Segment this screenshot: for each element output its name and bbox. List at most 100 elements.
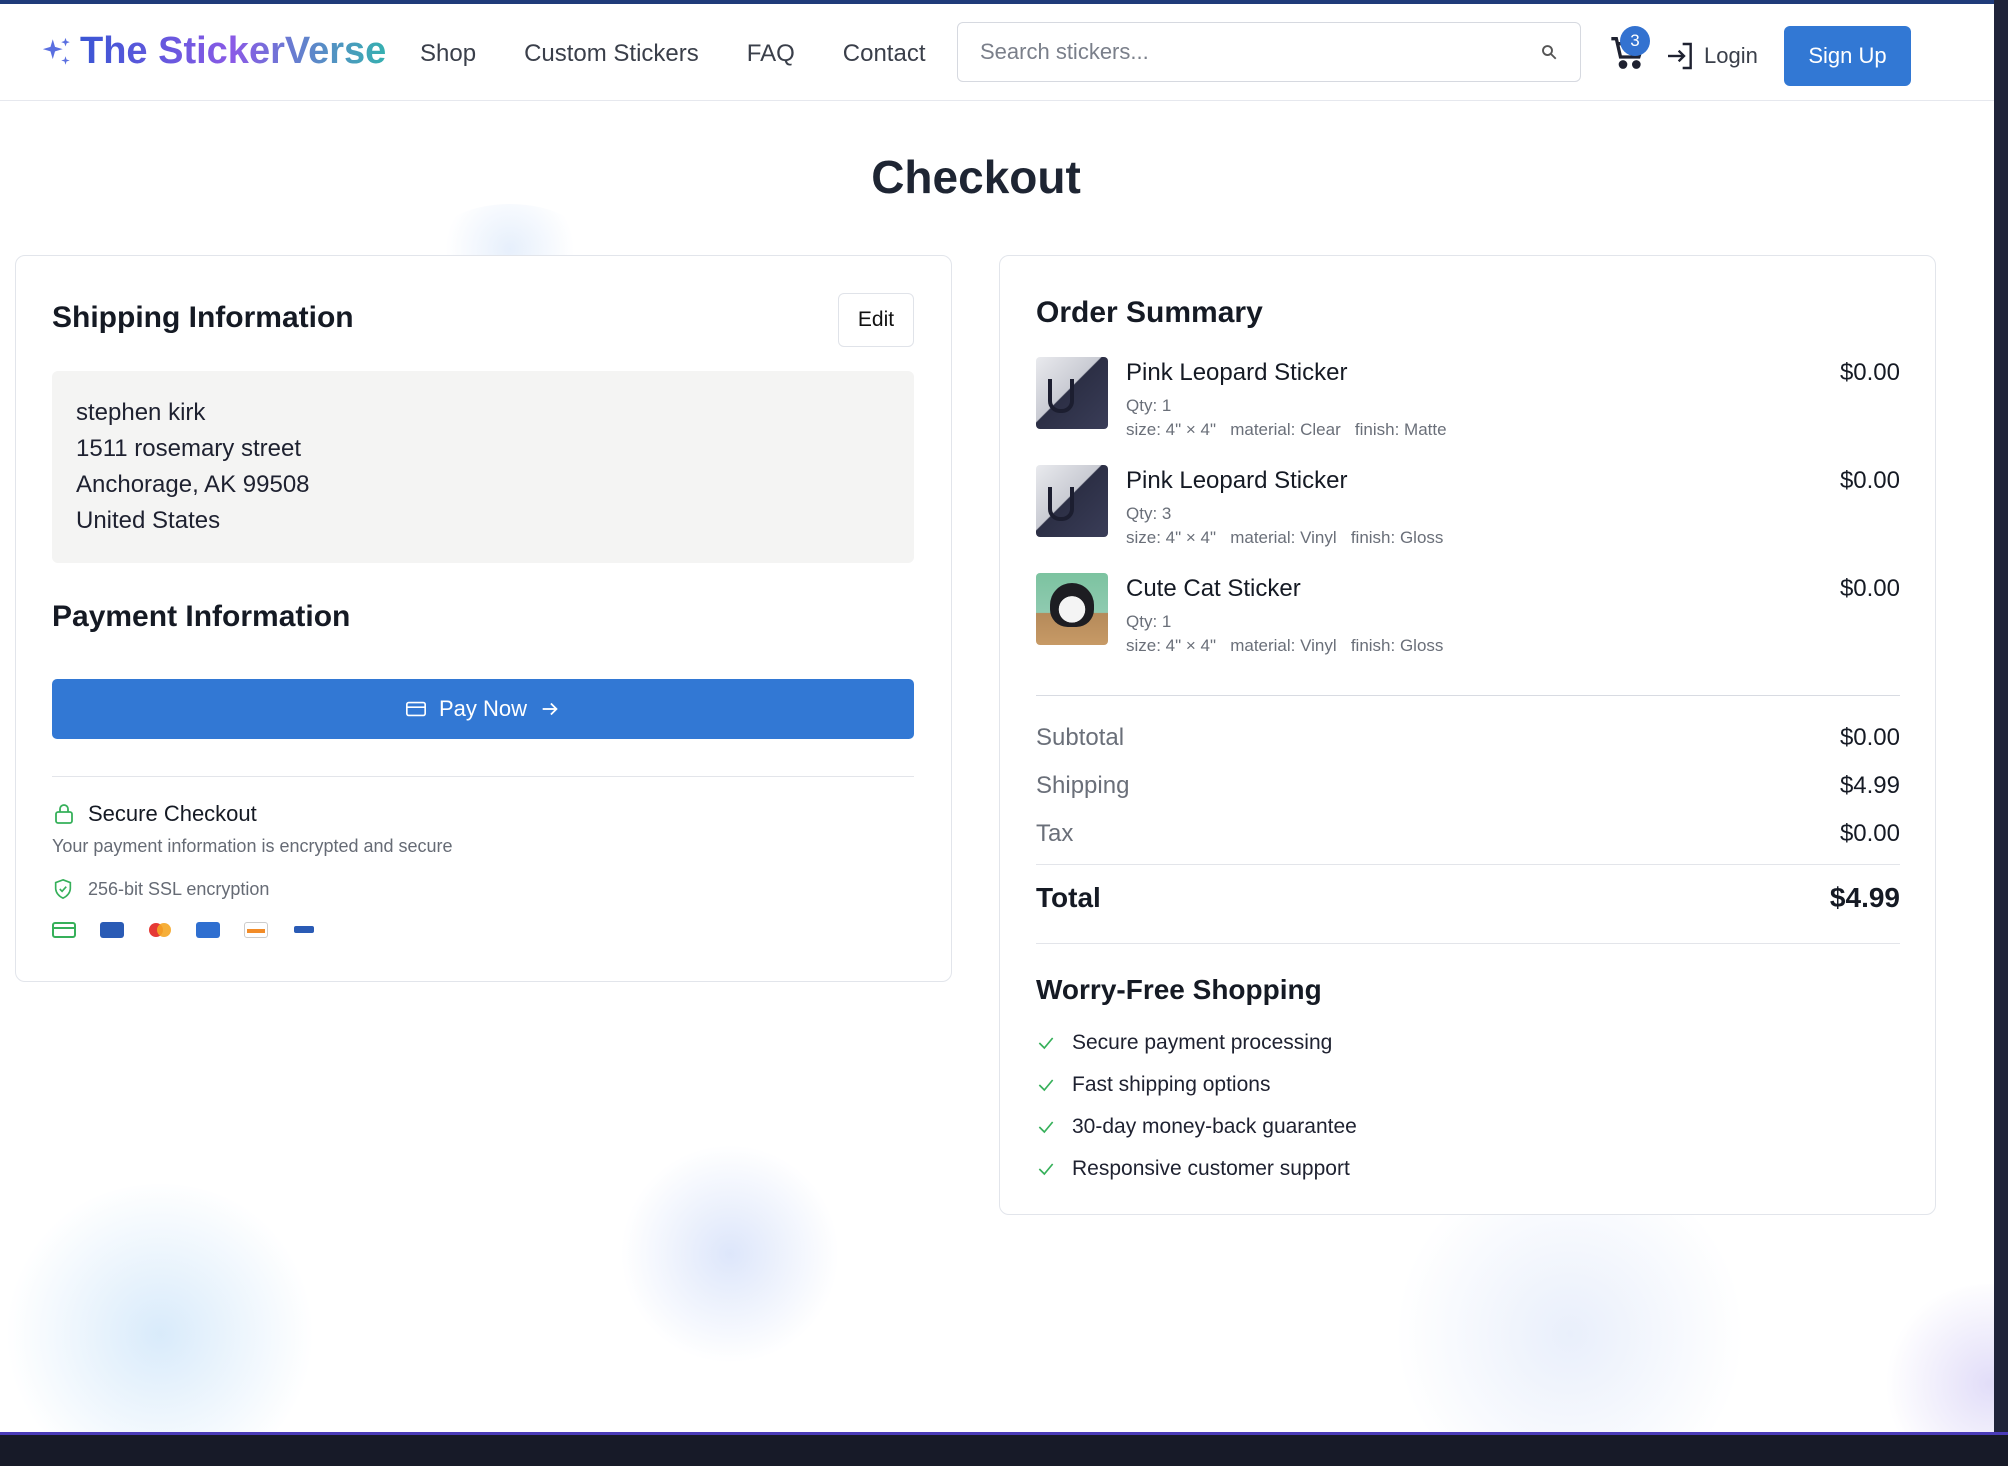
check-icon	[1038, 1121, 1054, 1134]
shipping-value: $4.99	[1839, 772, 1900, 799]
check-icon	[1038, 1037, 1054, 1050]
tax-label: Tax	[1036, 820, 1074, 847]
check-icon	[1038, 1163, 1054, 1176]
check-icon	[1038, 1079, 1054, 1092]
item-attributes: size: 4" × 4" material: Vinyl finish: Gl…	[1126, 636, 1444, 655]
background-glow	[0, 1184, 320, 1432]
taskbar	[0, 1432, 2008, 1466]
item-price: $0.00	[1839, 467, 1900, 494]
pay-now-label: Pay Now	[438, 696, 528, 721]
list-item: Secure payment processing	[1036, 1022, 1357, 1064]
item-qty: Qty: 1	[1126, 396, 1172, 415]
list-item: Fast shipping options	[1036, 1064, 1357, 1106]
address-name: stephen kirk	[76, 399, 206, 426]
amex-icon	[196, 922, 220, 938]
product-thumbnail	[1036, 357, 1108, 429]
window-edge	[1994, 0, 2008, 1432]
nav-shop[interactable]: Shop	[420, 40, 476, 68]
total-row: Total $4.99	[1036, 882, 1900, 914]
nav-contact[interactable]: Contact	[843, 40, 926, 68]
order-summary-title: Order Summary	[1036, 296, 1263, 329]
secure-checkout-title: Secure Checkout	[88, 801, 257, 826]
search-input[interactable]	[980, 39, 1540, 65]
background-glow	[1880, 1284, 1994, 1432]
sparkle-icon	[42, 37, 70, 65]
subtotal-label: Subtotal	[1036, 724, 1125, 751]
card-icon	[52, 922, 76, 938]
logo[interactable]: The StickerVerse	[40, 30, 386, 73]
ssl-row: 256-bit SSL encryption	[52, 878, 269, 900]
jcb-icon	[292, 922, 316, 938]
background-glow	[620, 1144, 840, 1364]
payment-methods	[52, 922, 340, 938]
item-qty: Qty: 1	[1126, 612, 1172, 631]
item-price: $0.00	[1839, 359, 1900, 386]
cart-count-badge: 3	[1620, 26, 1650, 56]
browser-viewport: The StickerVerse Shop Custom Stickers FA…	[0, 0, 1994, 1432]
item-name: Cute Cat Sticker	[1126, 575, 1301, 602]
nav-custom-stickers[interactable]: Custom Stickers	[524, 40, 699, 68]
list-item-label: Responsive customer support	[1072, 1157, 1350, 1180]
item-qty: Qty: 3	[1126, 504, 1172, 523]
item-name: Pink Leopard Sticker	[1126, 359, 1348, 386]
shield-check-icon	[54, 878, 72, 900]
lock-icon	[55, 804, 73, 824]
checkout-form-card: Shipping Information Edit stephen kirk 1…	[15, 255, 952, 982]
shipping-address: stephen kirk 1511 rosemary street Anchor…	[52, 371, 914, 563]
ssl-label: 256-bit SSL encryption	[88, 878, 270, 899]
signup-button[interactable]: Sign Up	[1784, 26, 1911, 86]
order-item: Pink Leopard Sticker Qty: 1 size: 4" × 4…	[1036, 357, 1900, 447]
login-link[interactable]: Login	[1664, 40, 1758, 72]
secure-checkout-subtitle: Your payment information is encrypted an…	[52, 836, 453, 856]
list-item-label: 30-day money-back guarantee	[1072, 1115, 1357, 1138]
item-attributes: size: 4" × 4" material: Vinyl finish: Gl…	[1126, 528, 1444, 547]
item-name: Pink Leopard Sticker	[1126, 467, 1348, 494]
product-thumbnail	[1036, 573, 1108, 645]
list-item-label: Fast shipping options	[1072, 1073, 1271, 1096]
nav-faq[interactable]: FAQ	[747, 40, 795, 68]
tax-row: Tax $0.00	[1036, 820, 1900, 848]
divider	[1036, 943, 1900, 944]
edit-shipping-button[interactable]: Edit	[838, 293, 914, 347]
tax-value: $0.00	[1839, 820, 1900, 847]
item-price: $0.00	[1839, 575, 1900, 602]
address-street: 1511 rosemary street	[76, 435, 301, 462]
shipping-row: Shipping $4.99	[1036, 772, 1900, 800]
subtotal-row: Subtotal $0.00	[1036, 724, 1900, 752]
divider	[1036, 695, 1900, 696]
product-thumbnail	[1036, 465, 1108, 537]
search-box	[957, 22, 1581, 82]
list-item: Responsive customer support	[1036, 1148, 1357, 1190]
item-attributes: size: 4" × 4" material: Clear finish: Ma…	[1126, 420, 1447, 439]
secure-checkout-row: Secure Checkout	[52, 801, 257, 827]
payment-title: Payment Information	[52, 600, 351, 633]
subtotal-value: $0.00	[1839, 724, 1900, 751]
divider	[1036, 864, 1900, 865]
pay-now-button[interactable]: Pay Now	[52, 679, 914, 739]
login-label: Login	[1704, 43, 1758, 68]
page-title: Checkout	[871, 151, 1081, 203]
total-label: Total	[1036, 882, 1101, 913]
divider	[52, 776, 914, 777]
search-icon[interactable]	[1540, 43, 1558, 61]
visa-icon	[100, 922, 124, 938]
main-nav: Shop Custom Stickers FAQ Contact	[420, 40, 974, 68]
shipping-label: Shipping	[1036, 772, 1130, 799]
order-item: Pink Leopard Sticker Qty: 3 size: 4" × 4…	[1036, 465, 1900, 555]
total-value: $4.99	[1829, 882, 1900, 913]
list-item: 30-day money-back guarantee	[1036, 1106, 1357, 1148]
logo-text: The StickerVerse	[80, 30, 387, 72]
address-city: Anchorage, AK 99508	[76, 471, 310, 498]
site-header: The StickerVerse Shop Custom Stickers FA…	[0, 4, 1994, 101]
worry-free-title: Worry-Free Shopping	[1036, 974, 1322, 1005]
arrow-right-icon	[542, 702, 558, 716]
login-icon	[1668, 42, 1692, 70]
discover-icon	[244, 922, 268, 938]
list-item-label: Secure payment processing	[1072, 1031, 1333, 1054]
worry-free-list: Secure payment processing Fast shipping …	[1036, 1022, 1357, 1190]
order-item: Cute Cat Sticker Qty: 1 size: 4" × 4" ma…	[1036, 573, 1900, 663]
address-country: United States	[76, 507, 221, 534]
credit-card-icon	[405, 701, 426, 717]
order-summary-card: Order Summary Pink Leopard Sticker Qty: …	[999, 255, 1936, 1215]
mastercard-icon	[148, 922, 172, 938]
